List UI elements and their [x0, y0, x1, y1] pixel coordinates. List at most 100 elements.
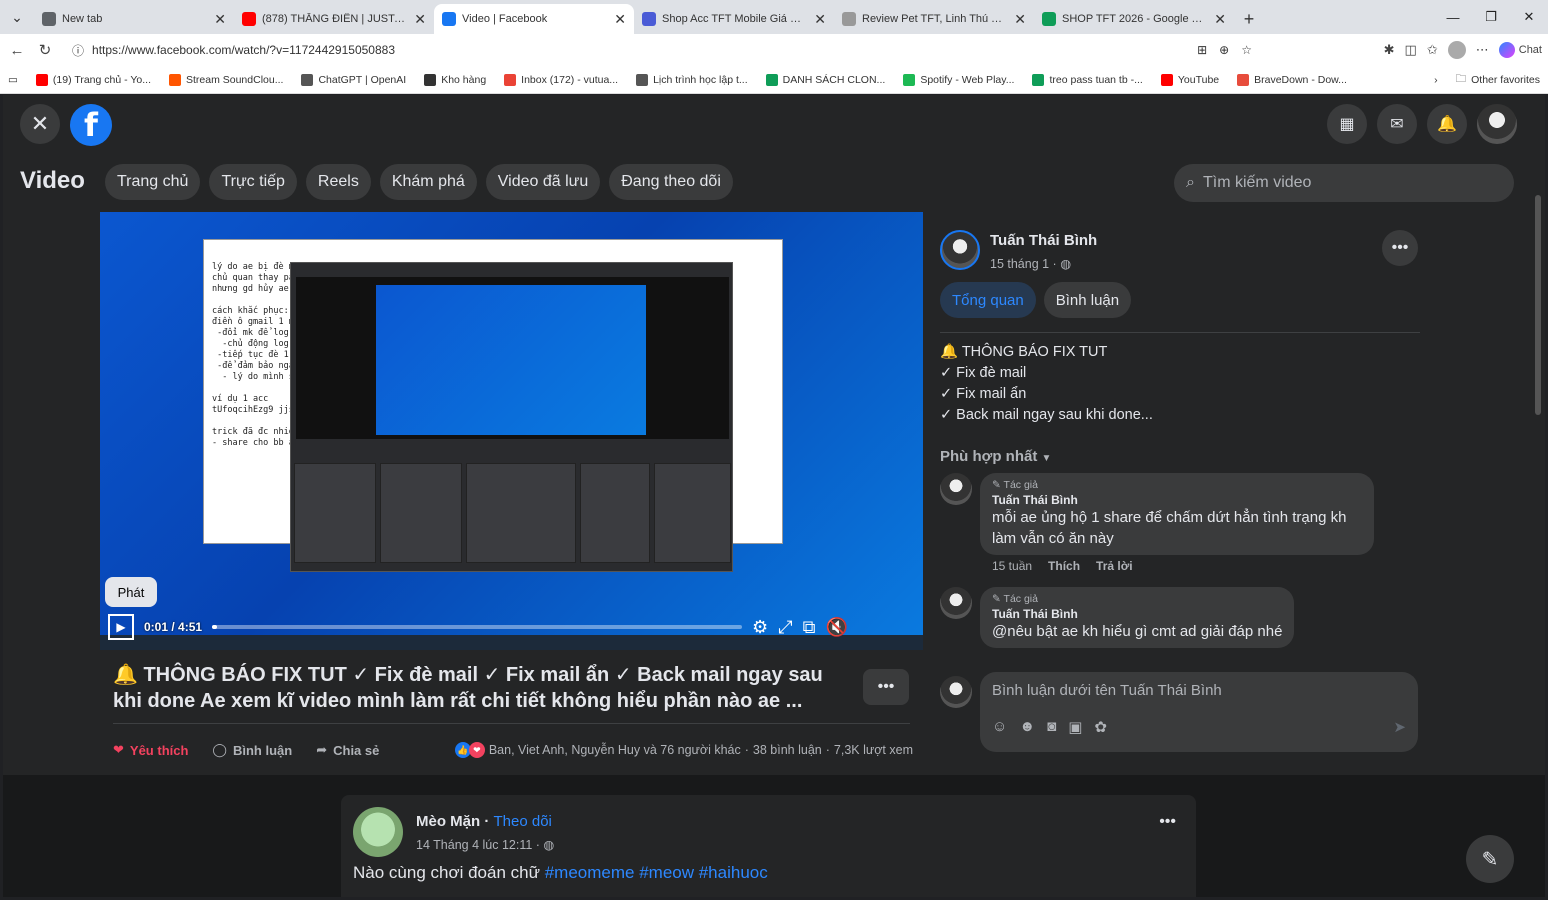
- commenter-name[interactable]: Tuấn Thái Bình: [992, 493, 1362, 507]
- play-button[interactable]: ▶: [108, 614, 134, 640]
- nav-pill[interactable]: Trực tiếp: [209, 164, 297, 200]
- sidebar-toggle-icon[interactable]: ▭: [8, 74, 18, 86]
- facebook-logo[interactable]: f: [70, 104, 112, 146]
- app-available-icon[interactable]: ⊞: [1197, 43, 1207, 57]
- nav-pill[interactable]: Khám phá: [379, 164, 477, 200]
- extensions-icon[interactable]: ✱: [1384, 42, 1395, 58]
- browser-tab[interactable]: (878) THẰNG ĐIÊN | JUSTATEE x Ph ✕: [234, 4, 434, 34]
- copilot-chat-button[interactable]: Chat: [1498, 42, 1542, 58]
- nav-pill[interactable]: Video đã lưu: [485, 164, 601, 200]
- avatar-sticker-icon[interactable]: ☺: [992, 718, 1007, 736]
- other-favorites[interactable]: 🗀 Other favorites: [1456, 71, 1540, 89]
- tab-overview[interactable]: Tổng quan: [940, 282, 1036, 318]
- emoji-icon[interactable]: ☻: [1019, 718, 1035, 736]
- comment-like-button[interactable]: Thích: [1048, 559, 1080, 573]
- close-tab-icon[interactable]: ✕: [814, 11, 826, 28]
- follow-button[interactable]: Theo dõi: [494, 813, 552, 830]
- page-avatar[interactable]: [353, 807, 403, 857]
- tab-comments[interactable]: Bình luận: [1043, 282, 1132, 318]
- bookmark-item[interactable]: (19) Trang chủ - Yo...: [35, 73, 151, 86]
- comment-time[interactable]: 15 tuần: [992, 559, 1032, 573]
- reaction-summary[interactable]: 👍 ❤ Ban, Viet Anh, Nguyễn Huy và 76 ngườ…: [454, 742, 913, 758]
- post-hashtags[interactable]: #meomeme #meow #haihuoc: [545, 863, 768, 882]
- bookmark-item[interactable]: Lịch trình học lập t...: [636, 73, 748, 86]
- browser-tab[interactable]: Video | Facebook ✕: [434, 4, 634, 34]
- comment-count[interactable]: 38 bình luận: [753, 743, 822, 757]
- description-line[interactable]: ✓ Back mail ngay sau khi done...: [940, 405, 1153, 426]
- nav-pill[interactable]: Trang chủ: [105, 164, 201, 200]
- refresh-icon[interactable]: ↻: [34, 39, 56, 61]
- bookmark-item[interactable]: ChatGPT | OpenAI: [301, 73, 406, 86]
- commenter-name[interactable]: Tuấn Thái Bình: [992, 607, 1282, 621]
- gif-icon[interactable]: ▣: [1068, 718, 1082, 736]
- close-video-button[interactable]: ✕: [20, 104, 60, 144]
- author-avatar[interactable]: [940, 230, 980, 270]
- restore-icon[interactable]: ❐: [1472, 0, 1510, 34]
- browser-tab[interactable]: Review Pet TFT, Linh Thú TFT, Sân ✕: [834, 4, 1034, 34]
- share-button[interactable]: ➦ Chia sẻ: [316, 742, 379, 758]
- fullscreen-icon[interactable]: ⤢: [778, 617, 792, 638]
- post-more-button[interactable]: •••: [1159, 813, 1176, 831]
- nav-pill[interactable]: Reels: [305, 164, 371, 200]
- profile-avatar[interactable]: [1447, 41, 1466, 59]
- sticker-icon[interactable]: ✿: [1094, 718, 1107, 736]
- close-window-icon[interactable]: ✕: [1510, 0, 1548, 34]
- close-tab-icon[interactable]: ✕: [214, 11, 226, 28]
- zoom-icon[interactable]: ⊕: [1219, 43, 1229, 57]
- composer-avatar[interactable]: [940, 676, 972, 708]
- close-tab-icon[interactable]: ✕: [414, 11, 426, 28]
- tab-actions-menu[interactable]: ⌄: [0, 0, 34, 34]
- notifications-bell-icon[interactable]: 🔔: [1427, 104, 1467, 144]
- browser-tab[interactable]: New tab ✕: [34, 4, 234, 34]
- messenger-icon[interactable]: ✉: [1377, 104, 1417, 144]
- mute-icon[interactable]: 🔇: [825, 617, 847, 638]
- menu-grid-icon[interactable]: ▦: [1327, 104, 1367, 144]
- comment-sort[interactable]: Phù hợp nhất ▼: [940, 448, 1051, 465]
- bookmark-item[interactable]: Kho hàng: [424, 73, 486, 86]
- minimize-icon[interactable]: —: [1434, 0, 1472, 34]
- close-tab-icon[interactable]: ✕: [1214, 11, 1226, 28]
- commenter-avatar[interactable]: [940, 473, 972, 505]
- bookmark-item[interactable]: Inbox (172) - vutua...: [504, 73, 618, 86]
- nav-pill[interactable]: Đang theo dõi: [609, 164, 733, 200]
- more-bookmarks-icon[interactable]: ›: [1434, 74, 1438, 86]
- send-icon[interactable]: ➤: [1393, 718, 1406, 736]
- picture-in-picture-icon[interactable]: ⧉: [803, 617, 816, 638]
- sidebar-more-button[interactable]: •••: [1382, 230, 1418, 266]
- site-info-icon[interactable]: ⓘ: [72, 42, 84, 59]
- settings-gear-icon[interactable]: ⚙: [752, 617, 768, 638]
- browser-tab[interactable]: SHOP TFT 2026 - Google Trang tính ✕: [1034, 4, 1234, 34]
- bookmark-item[interactable]: DANH SÁCH CLON...: [765, 73, 885, 86]
- settings-more-icon[interactable]: ⋯: [1476, 42, 1489, 58]
- browser-tab[interactable]: Shop Acc TFT Mobile Giá Rẻ Uy Tín ✕: [634, 4, 834, 34]
- back-icon[interactable]: ←: [6, 39, 28, 61]
- favorite-star-icon[interactable]: ☆: [1241, 43, 1252, 57]
- search-video-field[interactable]: ⌕ Tìm kiếm video: [1174, 164, 1514, 202]
- bookmark-item[interactable]: YouTube: [1160, 73, 1219, 86]
- commenter-avatar[interactable]: [940, 587, 972, 619]
- camera-icon[interactable]: ◙: [1047, 718, 1056, 736]
- new-tab-button[interactable]: +: [1234, 4, 1264, 34]
- favorites-icon[interactable]: ✩: [1427, 42, 1438, 58]
- like-button[interactable]: ❤ Yêu thích: [113, 742, 188, 758]
- close-tab-icon[interactable]: ✕: [614, 11, 626, 28]
- bookmark-item[interactable]: BraveDown - Dow...: [1237, 73, 1347, 86]
- page-scrollbar[interactable]: [1535, 195, 1541, 415]
- account-avatar[interactable]: [1477, 104, 1517, 144]
- bookmark-item[interactable]: treo pass tuan tb -...: [1032, 73, 1143, 86]
- comment-input[interactable]: Bình luận dưới tên Tuấn Thái Bình ☺ ☻ ◙ …: [980, 672, 1418, 752]
- comment-button[interactable]: ◯ Bình luận: [212, 742, 292, 758]
- globe-icon: ◍: [1060, 257, 1072, 271]
- url-field[interactable]: ⓘ https://www.facebook.com/watch/?v=1172…: [62, 37, 1262, 63]
- comment-reply-button[interactable]: Trả lời: [1096, 559, 1133, 573]
- tab-favicon-icon: [242, 12, 256, 26]
- bookmark-item[interactable]: Spotify - Web Play...: [903, 73, 1014, 86]
- video-player[interactable]: lý do ae bị đè m chủ quan thay pa nhưng …: [100, 212, 923, 650]
- author-name[interactable]: Tuấn Thái Bình: [990, 232, 1097, 249]
- progress-bar[interactable]: [212, 625, 743, 629]
- video-more-button[interactable]: •••: [863, 669, 909, 705]
- split-screen-icon[interactable]: ◫: [1405, 42, 1417, 58]
- new-message-button[interactable]: ✎: [1466, 835, 1514, 883]
- bookmark-item[interactable]: Stream SoundClou...: [168, 73, 283, 86]
- close-tab-icon[interactable]: ✕: [1014, 11, 1026, 28]
